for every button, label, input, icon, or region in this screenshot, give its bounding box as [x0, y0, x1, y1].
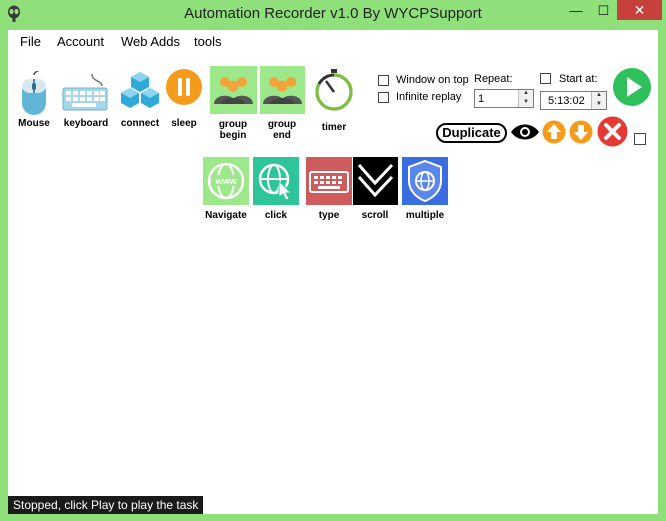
down-arrow-icon[interactable]: ▼: [519, 99, 533, 108]
start-at-value: 5:13:02: [548, 95, 585, 107]
maximize-button[interactable]: ☐: [590, 0, 617, 21]
mouse-icon: [22, 71, 46, 115]
navigate-tool[interactable]: www Navigate: [203, 157, 249, 223]
move-down-icon[interactable]: [569, 120, 593, 144]
infinite-replay-checkbox[interactable]: [378, 92, 389, 103]
shield-globe-icon: [402, 157, 448, 205]
pause-icon: [166, 69, 202, 105]
timer-label: timer: [321, 122, 347, 133]
group-people-icon: [260, 66, 305, 114]
play-button[interactable]: [612, 67, 652, 107]
repeat-value: 1: [478, 93, 485, 105]
up-arrow-icon[interactable]: ▲: [519, 90, 533, 99]
menu-tools[interactable]: tools: [194, 34, 221, 49]
sleep-tool[interactable]: sleep: [163, 66, 205, 130]
select-all-checkbox[interactable]: [634, 133, 646, 145]
delete-icon[interactable]: [597, 116, 628, 147]
keyboard-icon: [62, 73, 108, 111]
keyboard-tool[interactable]: keyboard: [58, 66, 114, 130]
start-at-checkbox[interactable]: [540, 73, 551, 84]
group-end-label: group end: [267, 119, 297, 141]
eye-icon[interactable]: [510, 122, 540, 142]
group-people-icon: [210, 66, 257, 114]
timer-tool[interactable]: timer: [312, 66, 356, 136]
globe-www-icon: www: [203, 157, 249, 205]
status-bar: Stopped, click Play to play the task: [8, 496, 204, 514]
keyboard-icon: [306, 157, 352, 205]
menu-web-adds[interactable]: Web Adds: [121, 34, 180, 49]
window-on-top-checkbox[interactable]: [378, 75, 389, 86]
menu-bar: File Account Web Adds tools: [8, 30, 658, 52]
menu-account[interactable]: Account: [57, 34, 104, 49]
group-end-tool[interactable]: group end: [260, 66, 305, 142]
repeat-stepper[interactable]: 1 ▲ ▼: [474, 89, 534, 108]
multiple-tool[interactable]: multiple: [402, 157, 448, 223]
down-arrow-icon[interactable]: ▼: [592, 101, 606, 110]
infinite-replay-label: Infinite replay: [396, 91, 462, 103]
scroll-tool[interactable]: scroll: [353, 157, 398, 223]
keyboard-label: keyboard: [63, 118, 109, 129]
repeat-label: Repeat:: [474, 73, 513, 85]
close-button[interactable]: ✕: [617, 0, 662, 20]
timer-icon: [315, 69, 353, 111]
mouse-label: Mouse: [18, 118, 50, 129]
start-at-label: Start at:: [559, 73, 598, 85]
click-label: click: [264, 210, 288, 221]
repeat-spin-buttons[interactable]: ▲ ▼: [518, 90, 533, 107]
move-up-icon[interactable]: [542, 120, 566, 144]
globe-cursor-icon: [253, 157, 299, 205]
minimize-button[interactable]: —: [562, 0, 590, 21]
multiple-label: multiple: [405, 210, 445, 221]
double-chevron-down-icon: [353, 157, 398, 205]
duplicate-button[interactable]: Duplicate: [436, 123, 507, 143]
up-arrow-icon[interactable]: ▲: [592, 92, 606, 101]
start-at-time-picker[interactable]: 5:13:02 ▲ ▼: [540, 91, 607, 110]
group-begin-tool[interactable]: group begin: [210, 66, 257, 142]
mouse-tool[interactable]: Mouse: [14, 66, 54, 130]
menu-file[interactable]: File: [20, 34, 41, 49]
click-tool[interactable]: click: [253, 157, 299, 223]
www-text: www: [214, 176, 237, 186]
window-on-top-label: Window on top: [396, 74, 469, 86]
start-at-spin-buttons[interactable]: ▲ ▼: [591, 92, 606, 109]
connect-cubes-icon: [121, 72, 159, 108]
